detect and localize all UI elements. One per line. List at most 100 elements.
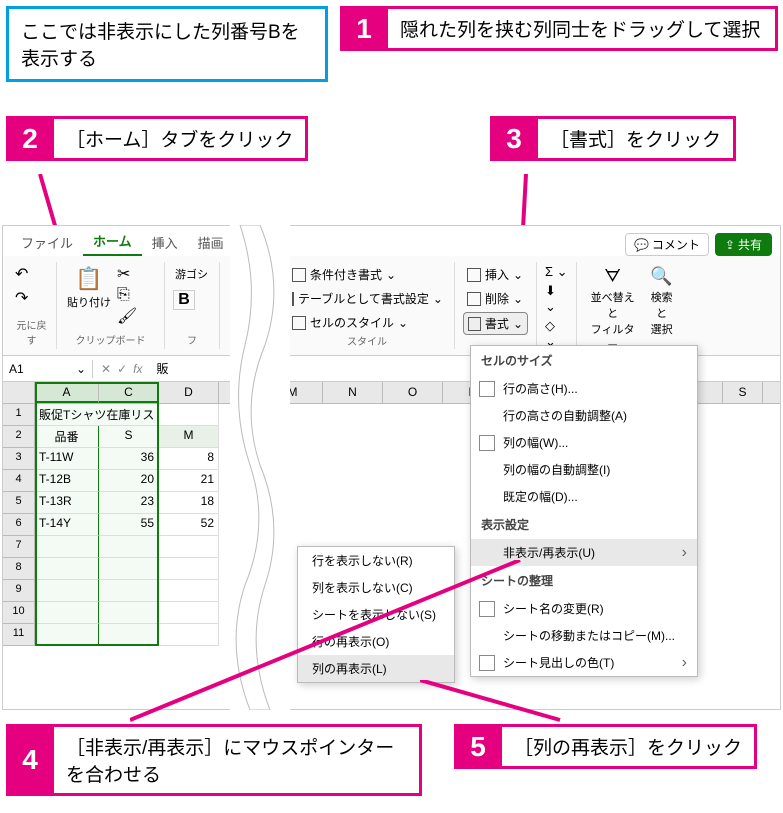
- cell[interactable]: [35, 624, 99, 646]
- group-styles-label: スタイル: [288, 333, 446, 348]
- cell[interactable]: 36: [99, 448, 159, 470]
- autofit-col-item[interactable]: 列の幅の自動調整(I): [471, 456, 697, 483]
- cell[interactable]: [99, 536, 159, 558]
- cell-header[interactable]: S: [99, 426, 159, 448]
- col-width-item[interactable]: 列の幅(W)...: [471, 429, 697, 456]
- cell[interactable]: T-14Y: [35, 514, 99, 536]
- step-callout-2: 2 ［ホーム］タブをクリック: [6, 116, 308, 161]
- format-label: 書式: [485, 315, 509, 332]
- row-header[interactable]: 11: [3, 624, 35, 646]
- cell[interactable]: T-12B: [35, 470, 99, 492]
- column-header-a[interactable]: A: [35, 382, 99, 403]
- row-header[interactable]: 1: [3, 404, 35, 426]
- cond-fmt-label: 条件付き書式: [310, 266, 382, 283]
- tab-file[interactable]: ファイル: [11, 229, 83, 256]
- select-all-corner[interactable]: [3, 382, 35, 403]
- cancel-icon[interactable]: ✕: [101, 362, 111, 376]
- cell[interactable]: 23: [99, 492, 159, 514]
- cell-style-label: セルのスタイル: [310, 314, 394, 331]
- sort-filter-label: 並べ替えと フィルター: [587, 289, 638, 353]
- fill-icon[interactable]: ⬇ ⌄: [545, 283, 568, 315]
- sort-filter-button[interactable]: ᗊ 並べ替えと フィルター: [585, 264, 640, 355]
- cell[interactable]: [35, 558, 99, 580]
- column-header-c[interactable]: C: [99, 382, 159, 403]
- group-undo-label: 元に戻す: [15, 317, 48, 347]
- find-select-button[interactable]: 🔍 検索と 選択: [644, 264, 679, 339]
- conditional-format-button[interactable]: 条件付き書式 ⌄: [288, 264, 446, 285]
- row-height-item[interactable]: 行の高さ(H)...: [471, 375, 697, 402]
- find-select-label: 検索と 選択: [646, 289, 677, 337]
- row-header[interactable]: 3: [3, 448, 35, 470]
- row-header[interactable]: 9: [3, 580, 35, 602]
- row-header[interactable]: 10: [3, 602, 35, 624]
- cell[interactable]: T-11W: [35, 448, 99, 470]
- cell[interactable]: [35, 580, 99, 602]
- info-text: ここでは非表示にした列番号Bを表示する: [21, 22, 300, 70]
- cell[interactable]: 55: [99, 514, 159, 536]
- cell[interactable]: 18: [159, 492, 219, 514]
- fx-icon[interactable]: fx: [133, 362, 142, 376]
- bold-button[interactable]: B: [173, 290, 195, 310]
- cell-styles-button[interactable]: セルのスタイル ⌄: [288, 312, 446, 333]
- cell[interactable]: 52: [159, 514, 219, 536]
- step-number: 1: [340, 6, 388, 51]
- cell[interactable]: 20: [99, 470, 159, 492]
- row-header[interactable]: 7: [3, 536, 35, 558]
- share-button[interactable]: ⇪ 共有: [715, 233, 772, 256]
- default-width-item[interactable]: 既定の幅(D)...: [471, 483, 697, 510]
- cell[interactable]: T-13R: [35, 492, 99, 514]
- step-text: ［ホーム］タブをクリック: [54, 116, 308, 161]
- row-header[interactable]: 5: [3, 492, 35, 514]
- column-header[interactable]: N: [323, 382, 383, 403]
- undo-icon[interactable]: ↶: [15, 264, 28, 284]
- cell[interactable]: [159, 404, 219, 426]
- step-number: 2: [6, 116, 54, 161]
- cell[interactable]: [35, 536, 99, 558]
- name-box[interactable]: A1⌄: [3, 360, 93, 378]
- column-header[interactable]: S: [723, 382, 763, 403]
- redo-icon[interactable]: ↷: [15, 288, 28, 308]
- formula-input[interactable]: 販: [150, 360, 168, 377]
- autofit-row-item[interactable]: 行の高さの自動調整(A): [471, 402, 697, 429]
- delete-cells-button[interactable]: 削除 ⌄: [463, 288, 528, 309]
- cell-title[interactable]: 販促Tシャツ在庫リスト: [35, 404, 159, 426]
- step-text: ［書式］をクリック: [538, 116, 736, 161]
- cond-fmt-icon: [292, 268, 306, 282]
- menu-section-visibility: 表示設定: [471, 510, 697, 539]
- step-text: ［非表示/再表示］にマウスポインターを合わせる: [54, 724, 422, 796]
- step-number: 5: [454, 724, 502, 769]
- row-header[interactable]: 6: [3, 514, 35, 536]
- column-header-d[interactable]: D: [159, 382, 219, 403]
- cell-style-icon: [292, 316, 306, 330]
- column-header[interactable]: O: [383, 382, 443, 403]
- row-header[interactable]: 8: [3, 558, 35, 580]
- step-text: ［列の再表示］をクリック: [502, 724, 757, 769]
- autosum-icon[interactable]: Σ ⌄: [545, 264, 568, 280]
- tab-draw[interactable]: 描画: [188, 229, 234, 256]
- insert-cells-button[interactable]: 挿入 ⌄: [463, 264, 528, 285]
- enter-icon[interactable]: ✓: [117, 362, 127, 376]
- ribbon-tabs: ファイル ホーム 挿入 描画 ペー 💬 コメント ⇪ 共有: [3, 226, 780, 256]
- tab-home[interactable]: ホーム: [83, 227, 142, 256]
- comment-button[interactable]: 💬 コメント: [625, 233, 709, 256]
- cell[interactable]: [159, 536, 219, 558]
- cell[interactable]: 8: [159, 448, 219, 470]
- format-painter-icon[interactable]: 🖌: [117, 306, 137, 326]
- paste-button[interactable]: 📋 貼り付け: [65, 264, 113, 312]
- paste-label: 貼り付け: [67, 294, 111, 310]
- row-header[interactable]: 4: [3, 470, 35, 492]
- table-format-button[interactable]: テーブルとして書式設定 ⌄: [288, 288, 446, 309]
- cell-header[interactable]: 品番: [35, 426, 99, 448]
- tab-insert[interactable]: 挿入: [142, 229, 188, 256]
- copy-icon[interactable]: ⎘: [117, 286, 137, 304]
- font-name-selector[interactable]: 游ゴシ: [173, 264, 211, 284]
- format-icon: [468, 317, 481, 331]
- cut-icon[interactable]: ✂: [117, 264, 137, 284]
- format-button[interactable]: 書式 ⌄: [463, 312, 528, 335]
- chevron-down-icon: ⌄: [76, 362, 86, 376]
- col-width-label: 列の幅(W)...: [503, 434, 568, 451]
- cell[interactable]: 21: [159, 470, 219, 492]
- cell[interactable]: [35, 602, 99, 624]
- cell-header[interactable]: M: [159, 426, 219, 448]
- row-header[interactable]: 2: [3, 426, 35, 448]
